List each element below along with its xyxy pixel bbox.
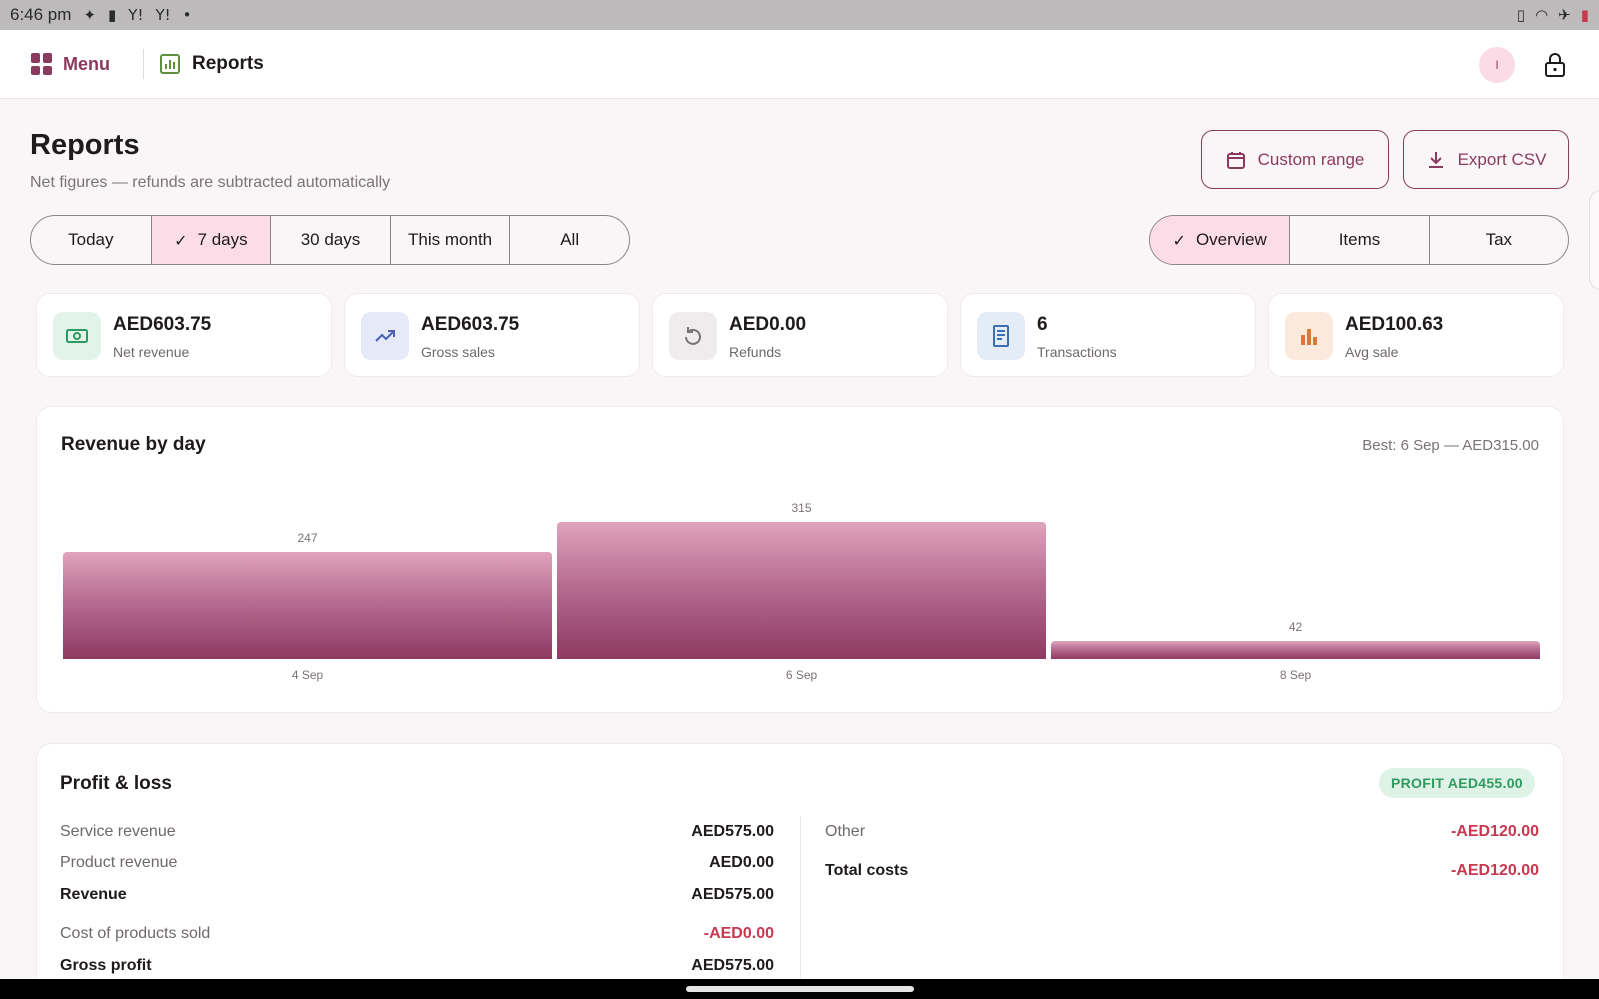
pnl-divider bbox=[800, 816, 801, 999]
check-icon: ✓ bbox=[1172, 230, 1186, 250]
stat-card-refunds: AED0.00 Refunds bbox=[652, 293, 948, 377]
menu-button[interactable]: Menu bbox=[31, 53, 110, 75]
view-tabs: ✓ Overview Items Tax bbox=[1149, 215, 1569, 265]
stat-label: Net revenue bbox=[113, 344, 190, 360]
calendar-icon bbox=[1226, 151, 1245, 169]
x-tick-label: 8 Sep bbox=[1279, 668, 1312, 682]
home-gesture-handle[interactable] bbox=[686, 986, 914, 992]
stat-label: Gross sales bbox=[421, 344, 495, 360]
pnl-amount-total-costs: -AED120.00 bbox=[1450, 862, 1539, 879]
pnl-label-other: Other bbox=[825, 823, 866, 840]
pnl-title: Profit & loss bbox=[60, 773, 172, 794]
battery-alert-icon: ▮ bbox=[108, 6, 117, 24]
pnl-label-service-revenue: Service revenue bbox=[60, 823, 176, 840]
custom-range-button[interactable]: Custom range bbox=[1201, 130, 1389, 189]
range-30-days[interactable]: 30 days bbox=[270, 216, 390, 264]
trending-up-icon bbox=[361, 312, 409, 360]
cash-icon bbox=[53, 312, 101, 360]
pnl-amount-product-revenue: AED0.00 bbox=[709, 854, 774, 871]
export-csv-button[interactable]: Export CSV bbox=[1403, 130, 1569, 189]
battery-icon: ▮ bbox=[1580, 6, 1589, 24]
stat-label: Refunds bbox=[729, 344, 782, 360]
bar-chart-icon bbox=[1285, 312, 1333, 360]
wifi-icon: ◠ bbox=[1535, 6, 1549, 24]
bar-value-label: 42 bbox=[1288, 619, 1303, 634]
bar-4-sep bbox=[63, 551, 552, 659]
range-all[interactable]: All bbox=[509, 216, 629, 264]
stat-label: Transactions bbox=[1037, 344, 1117, 360]
download-icon bbox=[1428, 151, 1443, 168]
pnl-label-cost-of-products: Cost of products sold bbox=[60, 925, 211, 942]
pnl-amount-cost-of-products: -AED0.00 bbox=[703, 925, 774, 942]
avatar[interactable]: I bbox=[1479, 47, 1515, 83]
pnl-amount-service-revenue: AED575.00 bbox=[691, 823, 774, 840]
export-csv-label: Export CSV bbox=[1457, 149, 1547, 169]
bar-value-label: 247 bbox=[297, 530, 318, 545]
tab-overview[interactable]: ✓ Overview bbox=[1150, 216, 1290, 264]
range-7-days[interactable]: ✓ 7 days bbox=[150, 216, 271, 264]
breadcrumb-label: Reports bbox=[192, 53, 264, 74]
profit-badge: PROFIT AED455.00 bbox=[1379, 768, 1535, 798]
range-this-month[interactable]: This month bbox=[389, 216, 510, 264]
bar-8-sep bbox=[1051, 640, 1540, 659]
range-today[interactable]: Today bbox=[31, 216, 151, 264]
revenue-chart: 247 4 Sep 315 6 Sep 42 8 Sep bbox=[63, 467, 1540, 697]
page-subtitle: Net figures — refunds are subtracted aut… bbox=[30, 174, 391, 191]
status-bar: 6:46 pm ✦ ▮ Y! Y! • ▯ ◠ ✈ ▮ bbox=[0, 0, 1599, 30]
lock-icon[interactable] bbox=[1543, 52, 1567, 78]
pnl-amount-other: -AED120.00 bbox=[1450, 823, 1539, 840]
pnl-label-revenue: Revenue bbox=[60, 886, 127, 903]
page-title: Reports bbox=[30, 129, 140, 161]
pnl-label-gross-profit: Gross profit bbox=[60, 957, 152, 974]
custom-range-label: Custom range bbox=[1257, 149, 1365, 169]
revenue-card: Revenue by day Best: 6 Sep — AED315.00 2… bbox=[36, 406, 1564, 713]
bar-6-sep bbox=[557, 522, 1046, 659]
menu-label: Menu bbox=[63, 53, 110, 74]
status-time: 6:46 pm bbox=[10, 5, 72, 24]
stat-card-net-revenue: AED603.75 Net revenue bbox=[36, 293, 332, 377]
best-day-note: Best: 6 Sep — AED315.00 bbox=[1362, 437, 1539, 454]
stat-card-transactions: 6 Transactions bbox=[960, 293, 1256, 377]
app-bar: Menu Reports I bbox=[0, 30, 1599, 99]
bar-value-label: 315 bbox=[791, 501, 812, 515]
x-tick-label: 6 Sep bbox=[785, 668, 818, 682]
airplane-icon: ✈ bbox=[1558, 6, 1571, 24]
yahoo-icon: Y! bbox=[128, 6, 144, 24]
grid-icon bbox=[31, 53, 53, 75]
pnl-amount-revenue: AED575.00 bbox=[691, 886, 774, 903]
range-filter: Today ✓ 7 days 30 days This month All bbox=[30, 215, 630, 265]
pnl-amount-gross-profit: AED575.00 bbox=[691, 957, 774, 974]
tab-tax[interactable]: Tax bbox=[1428, 216, 1568, 264]
stat-card-gross-sales: AED603.75 Gross sales bbox=[344, 293, 640, 377]
stat-value: AED0.00 bbox=[729, 314, 807, 335]
divider bbox=[143, 49, 144, 79]
receipt-icon bbox=[977, 312, 1025, 360]
stat-label: Avg sale bbox=[1345, 344, 1399, 360]
breadcrumb: Reports bbox=[160, 53, 264, 75]
vibrate-icon: ▯ bbox=[1516, 6, 1526, 24]
edge-panel-handle[interactable] bbox=[1589, 190, 1599, 290]
stat-value: AED603.75 bbox=[113, 314, 212, 335]
sparkle-icon: ✦ bbox=[83, 6, 97, 24]
stat-value: 6 bbox=[1037, 314, 1048, 335]
reports-icon bbox=[160, 54, 180, 74]
stat-value: AED100.63 bbox=[1345, 314, 1444, 335]
pnl-label-total-costs: Total costs bbox=[825, 862, 909, 879]
stat-card-avg-sale: AED100.63 Avg sale bbox=[1268, 293, 1564, 377]
dot-icon: • bbox=[182, 6, 192, 24]
undo-icon bbox=[669, 312, 717, 360]
stat-value: AED603.75 bbox=[421, 314, 520, 335]
tab-items[interactable]: Items bbox=[1289, 216, 1428, 264]
x-tick-label: 4 Sep bbox=[291, 668, 324, 682]
revenue-card-title: Revenue by day bbox=[61, 434, 206, 455]
check-icon: ✓ bbox=[174, 230, 188, 250]
yahoo-icon: Y! bbox=[155, 6, 171, 24]
pnl-label-product-revenue: Product revenue bbox=[60, 854, 178, 871]
